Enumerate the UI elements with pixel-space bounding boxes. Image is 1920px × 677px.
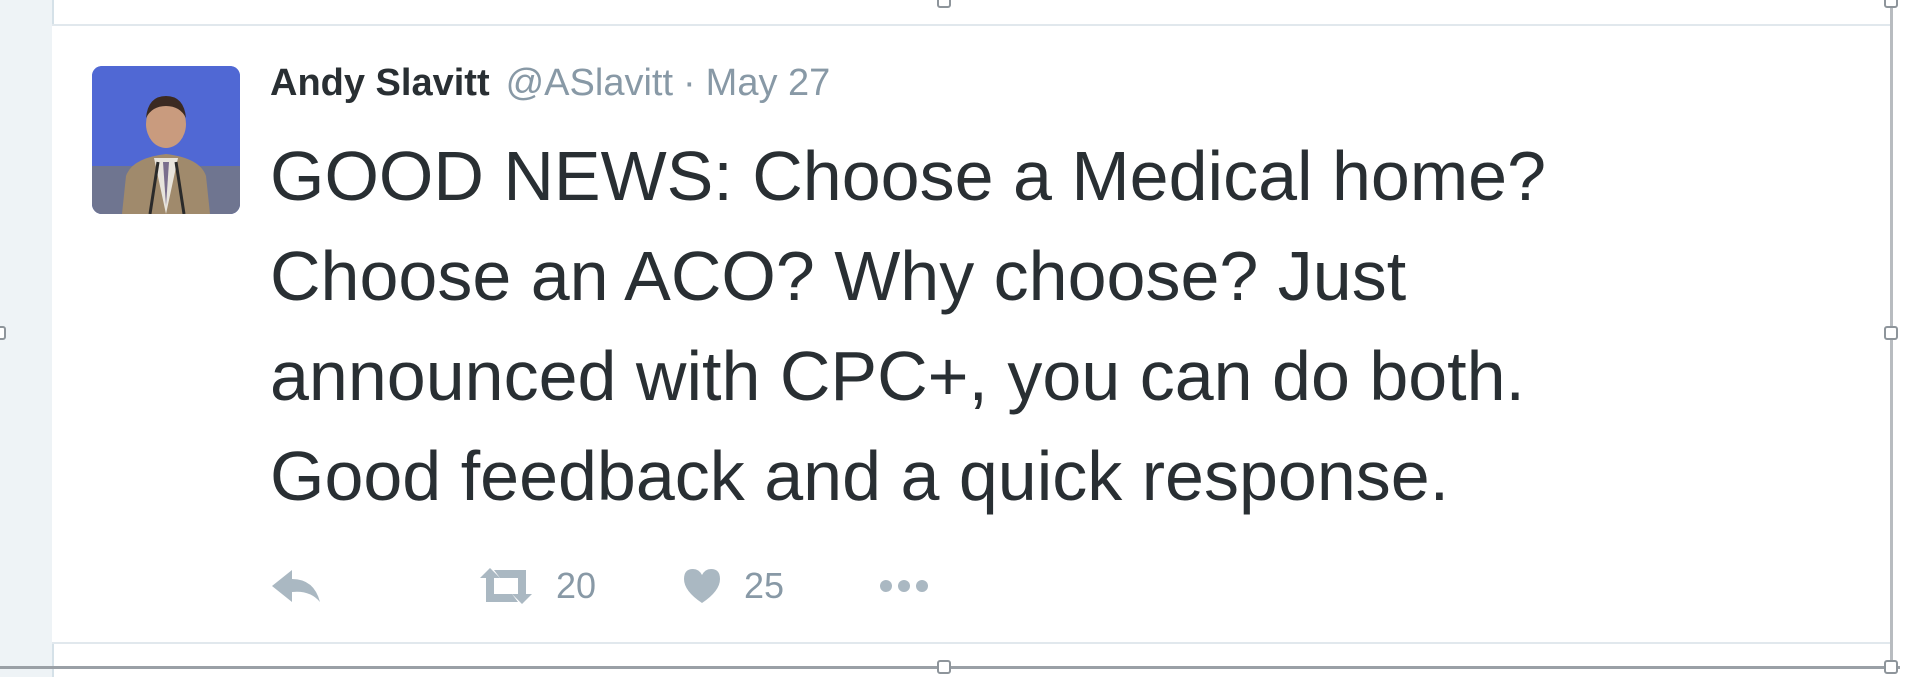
left-margin-strip [0,0,54,677]
tweet-text-line: GOOD NEWS: Choose a Medical home? [270,137,1547,215]
reply-icon [270,566,322,606]
resize-handle-top[interactable] [937,0,951,8]
avatar-photo [92,66,240,214]
retweet-icon [478,566,534,606]
screenshot-canvas: Andy Slavitt @ASlavitt · May 27 GOOD NEW… [0,0,1920,677]
tweet-date[interactable]: May 27 [706,62,831,105]
more-dots-icon [878,578,930,594]
tweet-text: GOOD NEWS: Choose a Medical home? Choose… [270,126,1870,526]
like-count: 25 [744,565,785,606]
heart-icon [682,567,722,605]
tweet-card[interactable]: Andy Slavitt @ASlavitt · May 27 GOOD NEW… [52,26,1888,642]
avatar[interactable] [92,66,240,214]
resize-handle-bottom-right[interactable] [1884,660,1898,674]
author-handle[interactable]: @ASlavitt [506,62,673,105]
tweet-text-line: Good feedback and a quick response. [270,437,1450,515]
resize-handle-right[interactable] [1884,326,1898,340]
reply-button[interactable] [270,556,322,616]
meta-separator: · [683,62,696,104]
retweet-count: 20 [556,565,597,606]
tweet-header: Andy Slavitt @ASlavitt · May 27 [270,62,830,110]
resize-handle-left[interactable] [0,326,6,340]
like-button[interactable]: 25 [682,556,784,616]
author-name[interactable]: Andy Slavitt [270,62,490,105]
retweet-button[interactable]: 20 [478,556,596,616]
resize-handle-top-right[interactable] [1884,0,1898,8]
bottom-divider [52,642,1892,644]
tweet-text-line: announced with CPC+, you can do both. [270,337,1526,415]
tweet-text-line: Choose an ACO? Why choose? Just [270,237,1407,315]
more-button[interactable] [878,556,930,616]
resize-handle-bottom[interactable] [937,660,951,674]
